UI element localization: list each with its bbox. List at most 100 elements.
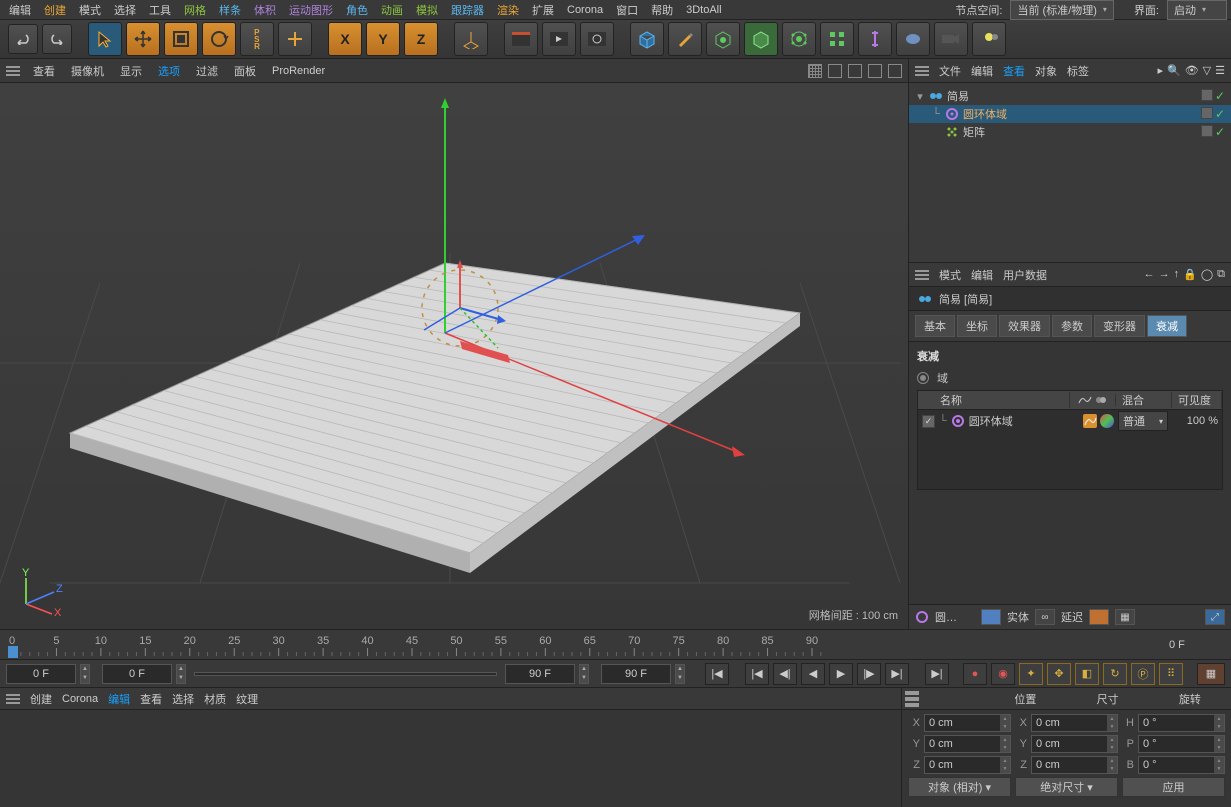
mat-view[interactable]: 查看: [140, 691, 162, 707]
time-slider[interactable]: [194, 672, 497, 676]
mat-material[interactable]: 材质: [204, 691, 226, 707]
om-eye-icon[interactable]: 👁: [1185, 64, 1199, 77]
goto-start[interactable]: |◀: [705, 663, 729, 685]
om-edit[interactable]: 编辑: [971, 63, 993, 79]
spin[interactable]: ▲▼: [80, 664, 90, 684]
delay-icon[interactable]: ∞: [1035, 609, 1055, 625]
generator2[interactable]: [744, 22, 778, 56]
mat-select[interactable]: 选择: [172, 691, 194, 707]
vp-view[interactable]: 查看: [30, 61, 58, 81]
icon-b[interactable]: ▦: [1115, 609, 1135, 625]
vp-icon5[interactable]: [888, 64, 902, 78]
menu-扩展[interactable]: 扩展: [527, 0, 559, 20]
menu-帮助[interactable]: 帮助: [646, 0, 678, 20]
vp-display[interactable]: 显示: [117, 61, 145, 81]
vp-camera[interactable]: 摄像机: [68, 61, 107, 81]
start-frame-field[interactable]: 0 F: [6, 664, 76, 684]
goto-end[interactable]: ▶|: [925, 663, 949, 685]
vp-icon3[interactable]: [848, 64, 862, 78]
next-frame[interactable]: |▶: [857, 663, 881, 685]
spin[interactable]: ▲▼: [176, 664, 186, 684]
menu-工具[interactable]: 工具: [144, 0, 176, 20]
pos-X[interactable]: 0 cm▲▼: [924, 714, 1011, 732]
field[interactable]: [782, 22, 816, 56]
timeline-ruler[interactable]: 051015202530354045505560657075808590 0 F: [0, 629, 1231, 659]
tab-基本[interactable]: 基本: [915, 315, 955, 337]
size-mode-dropdown[interactable]: 绝对尺寸 ▾: [1015, 777, 1118, 797]
size-Y[interactable]: 0 cm▲▼: [1031, 735, 1118, 753]
axis-gizmo[interactable]: YXZ: [14, 566, 64, 619]
tab-坐标[interactable]: 坐标: [957, 315, 997, 337]
vp-prorender[interactable]: ProRender: [269, 63, 328, 79]
menu-窗口[interactable]: 窗口: [611, 0, 643, 20]
menu-角色[interactable]: 角色: [341, 0, 373, 20]
nav-fwd-icon[interactable]: →: [1159, 268, 1170, 281]
solid-icon[interactable]: [981, 609, 1001, 625]
next-key[interactable]: ▶|: [885, 663, 909, 685]
am-mode[interactable]: 模式: [939, 267, 961, 283]
mograph[interactable]: [820, 22, 854, 56]
record-button[interactable]: ●: [963, 663, 987, 685]
select-tool[interactable]: [88, 22, 122, 56]
rot-P[interactable]: 0 °▲▼: [1138, 735, 1225, 753]
tab-参数[interactable]: 参数: [1052, 315, 1092, 337]
end-frame-field2[interactable]: 90 F: [601, 664, 671, 684]
move-tool[interactable]: [126, 22, 160, 56]
key-options[interactable]: ✦: [1019, 663, 1043, 685]
icon-a[interactable]: [1089, 609, 1109, 625]
generator[interactable]: [706, 22, 740, 56]
mode-dropdown[interactable]: 对象 (相对) ▾: [908, 777, 1011, 797]
menu-创建[interactable]: 创建: [39, 0, 71, 20]
om-tags[interactable]: 标签: [1067, 63, 1089, 79]
menu-动画[interactable]: 动画: [376, 0, 408, 20]
camera-add[interactable]: [934, 22, 968, 56]
cube-primitive[interactable]: [630, 22, 664, 56]
hamburger-icon[interactable]: [915, 270, 929, 280]
vp-panel[interactable]: 面板: [231, 61, 259, 81]
size-X[interactable]: 0 cm▲▼: [1031, 714, 1118, 732]
mat-create[interactable]: 创建: [30, 691, 52, 707]
prev-frame[interactable]: ◀|: [773, 663, 797, 685]
hamburger-icon[interactable]: [6, 694, 20, 704]
lastused-tool[interactable]: [278, 22, 312, 56]
rot-H[interactable]: 0 °▲▼: [1138, 714, 1225, 732]
vp-box-icon[interactable]: [828, 64, 842, 78]
lock-icon[interactable]: 🔒: [1183, 268, 1197, 281]
axis-y-toggle[interactable]: Y: [366, 22, 400, 56]
expand-icon[interactable]: ⤢: [1205, 609, 1225, 625]
prev-key[interactable]: |◀: [745, 663, 769, 685]
om-search-icon[interactable]: 🔍: [1167, 64, 1181, 77]
field-list[interactable]: └ 圆环体域 普通 100 %: [917, 410, 1223, 490]
blend-dropdown[interactable]: 普通: [1118, 411, 1168, 431]
spline-pen[interactable]: [668, 22, 702, 56]
key-pla[interactable]: ⠿: [1159, 663, 1183, 685]
scale-tool[interactable]: [164, 22, 198, 56]
tree-row-矩阵[interactable]: 矩阵✓: [909, 123, 1231, 141]
apply-button[interactable]: 应用: [1122, 777, 1225, 797]
spin[interactable]: ▲▼: [675, 664, 685, 684]
om-arrow-icon[interactable]: ▸: [1157, 64, 1163, 77]
nodespace-dropdown[interactable]: 当前 (标准/物理): [1010, 0, 1113, 20]
circle-icon[interactable]: ◯: [1201, 268, 1213, 281]
hamburger-icon[interactable]: [6, 66, 20, 76]
key-move[interactable]: ✥: [1047, 663, 1071, 685]
viewport[interactable]: 透视视图 默认摄像机 ⊕⊕ YXZ 网格间距 : 100 cm: [0, 83, 908, 629]
play-fwd[interactable]: ▶: [829, 663, 853, 685]
nav-back-icon[interactable]: ←: [1144, 268, 1155, 281]
menu-跟踪器[interactable]: 跟踪器: [446, 0, 489, 20]
vp-filter[interactable]: 过滤: [193, 61, 221, 81]
nav-up-icon[interactable]: ↑: [1174, 268, 1180, 281]
axis-z-toggle[interactable]: Z: [404, 22, 438, 56]
vp-options[interactable]: 选项: [155, 61, 183, 81]
psr-tool[interactable]: PSR: [240, 22, 274, 56]
menu-编辑[interactable]: 编辑: [4, 0, 36, 20]
render-settings[interactable]: [580, 22, 614, 56]
menu-选择[interactable]: 选择: [109, 0, 141, 20]
render-view[interactable]: [504, 22, 538, 56]
menu-样条[interactable]: 样条: [214, 0, 246, 20]
deformer[interactable]: [858, 22, 892, 56]
tree-row-简易[interactable]: ▾简易✓: [909, 87, 1231, 105]
material-area[interactable]: [0, 710, 901, 807]
play-back[interactable]: ◀: [801, 663, 825, 685]
vp-icon4[interactable]: [868, 64, 882, 78]
